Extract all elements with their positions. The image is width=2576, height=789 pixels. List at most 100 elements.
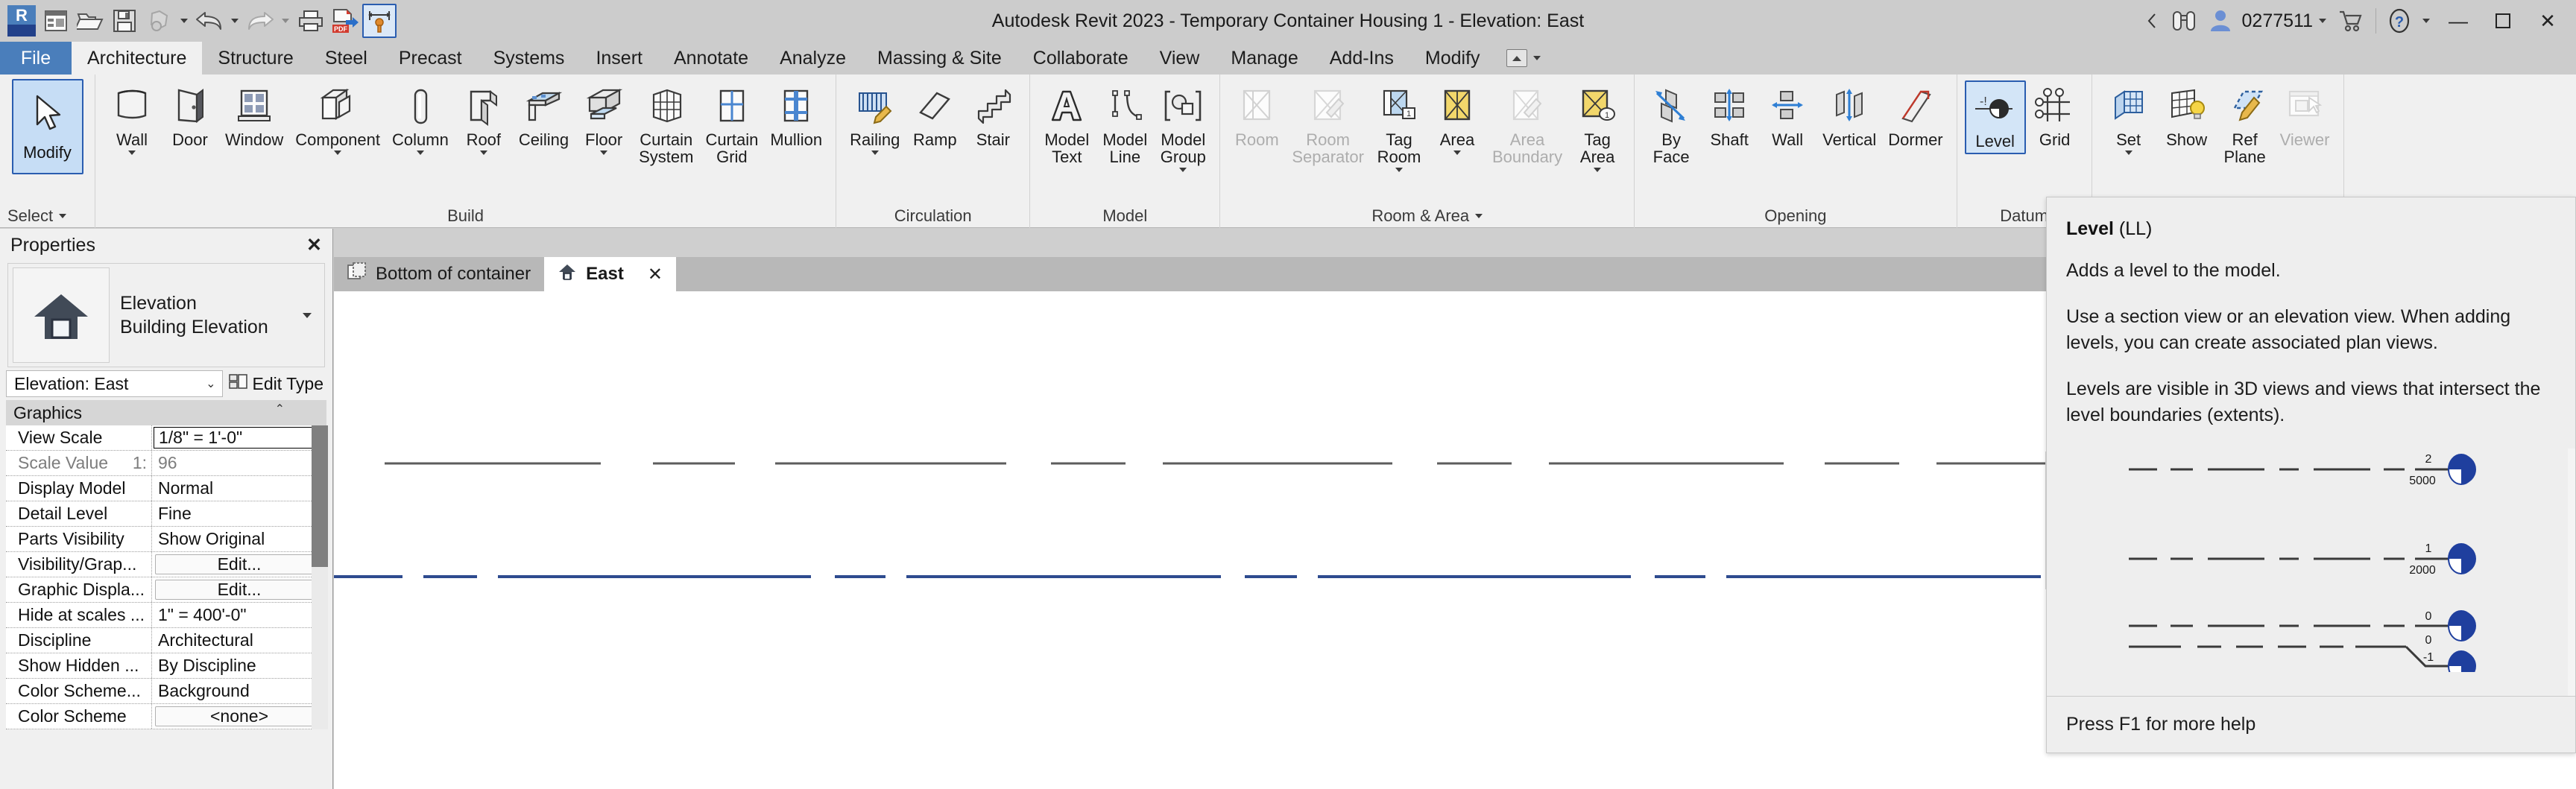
shaft-button[interactable]: Shaft <box>1700 80 1758 151</box>
railing-button[interactable]: Railing <box>844 80 906 158</box>
model-text-button[interactable]: Model Text <box>1038 80 1096 168</box>
area-boundary-button[interactable]: Area Boundary <box>1486 80 1568 168</box>
properties-scrollbar[interactable] <box>312 425 328 729</box>
tab-file[interactable]: File <box>0 42 72 75</box>
chevron-down-icon[interactable] <box>871 150 879 155</box>
collapse-group-icon[interactable]: ⌃ <box>275 402 285 416</box>
property-value[interactable]: By Discipline <box>152 653 326 678</box>
new-project-icon[interactable] <box>39 4 73 38</box>
undo-icon[interactable] <box>192 4 227 38</box>
measure-pin-icon[interactable] <box>362 4 397 38</box>
table-row[interactable]: Show Hidden ... By Discipline <box>6 653 326 679</box>
edit-type-button[interactable]: Edit Type <box>229 373 326 395</box>
tab-annotate[interactable]: Annotate <box>658 42 764 75</box>
help-icon[interactable]: ? <box>2382 0 2416 42</box>
export-pdf-icon[interactable]: PDF <box>328 4 362 38</box>
visibility-graphics-edit-button[interactable]: Edit... <box>155 554 323 574</box>
view-tab-east[interactable]: East ✕ <box>544 257 676 291</box>
ramp-button[interactable]: Ramp <box>906 80 964 151</box>
component-button[interactable]: Component <box>289 80 386 158</box>
tab-insert[interactable]: Insert <box>580 42 658 75</box>
set-workplane-button[interactable]: Set <box>2100 80 2158 158</box>
property-value[interactable]: Architectural <box>152 628 326 653</box>
tab-steel[interactable]: Steel <box>309 42 383 75</box>
type-selector-combo[interactable]: Elevation: East ⌄ <box>6 370 223 397</box>
table-row[interactable]: Visibility/Grap... Edit... <box>6 552 326 577</box>
properties-close-button[interactable]: ✕ <box>306 234 322 256</box>
view-tab-bottom-of-container[interactable]: Bottom of container <box>334 257 544 291</box>
window-button[interactable]: Window <box>219 80 289 151</box>
help-dropdown-icon[interactable] <box>2416 0 2436 42</box>
chevron-down-icon[interactable] <box>480 150 487 155</box>
tab-addins[interactable]: Add-Ins <box>1314 42 1409 75</box>
ribbon-panel-room-area-title[interactable]: Room & Area <box>1220 204 1634 228</box>
stair-button[interactable]: Stair <box>964 80 1022 151</box>
type-selector-preview[interactable]: Elevation Building Elevation <box>7 263 325 367</box>
property-value[interactable]: 1/8" = 1'-0" <box>152 425 326 450</box>
shopping-cart-icon[interactable] <box>2332 0 2370 42</box>
tag-area-button[interactable]: 1 Tag Area <box>1568 80 1626 175</box>
save-as-cloud-icon[interactable] <box>142 4 176 38</box>
chevron-down-icon[interactable] <box>1475 214 1483 218</box>
roof-button[interactable]: Roof <box>455 80 513 158</box>
redo-icon[interactable] <box>243 4 277 38</box>
ceiling-button[interactable]: Ceiling <box>513 80 575 151</box>
tab-precast[interactable]: Precast <box>383 42 478 75</box>
grid-button[interactable]: Grid <box>2026 80 2084 151</box>
minimize-button[interactable]: — <box>2436 0 2481 42</box>
model-line-button[interactable]: Model Line <box>1096 80 1154 168</box>
undo-dropdown-icon[interactable] <box>227 4 243 38</box>
modify-button[interactable]: Modify <box>12 79 83 174</box>
column-button[interactable]: Column <box>386 80 455 158</box>
property-value[interactable]: <none> <box>152 704 326 729</box>
search-binoculars-icon[interactable] <box>2165 0 2203 42</box>
tab-massing-site[interactable]: Massing & Site <box>862 42 1017 75</box>
table-row[interactable]: Hide at scales ... 1" = 400'-0" <box>6 603 326 628</box>
room-separator-button[interactable]: Room Separator <box>1286 80 1370 168</box>
mullion-button[interactable]: Mullion <box>764 80 828 151</box>
chevron-down-icon[interactable]: ⌄ <box>206 376 215 391</box>
tag-room-button[interactable]: 1 Tag Room <box>1370 80 1428 175</box>
close-icon[interactable]: ✕ <box>648 264 663 285</box>
tab-structure[interactable]: Structure <box>202 42 309 75</box>
table-row[interactable]: Color Scheme... Background <box>6 679 326 704</box>
door-button[interactable]: Door <box>161 80 219 151</box>
curtain-grid-button[interactable]: Curtain Grid <box>699 80 764 168</box>
model-group-button[interactable]: Model Group <box>1154 80 1212 175</box>
wall-opening-button[interactable]: Wall <box>1758 80 1816 151</box>
ribbon-minimize-icon[interactable] <box>1506 49 1527 67</box>
properties-scrollbar-thumb[interactable] <box>312 425 328 567</box>
table-row[interactable]: View Scale 1/8" = 1'-0" <box>6 425 326 451</box>
chevron-down-icon[interactable] <box>1179 168 1187 172</box>
chevron-down-icon[interactable] <box>59 214 66 218</box>
chevron-down-icon[interactable] <box>1594 168 1601 172</box>
maximize-button[interactable] <box>2481 0 2525 42</box>
property-value[interactable]: Edit... <box>152 577 326 602</box>
curtain-system-button[interactable]: Curtain System <box>633 80 699 168</box>
chevron-down-icon[interactable] <box>417 150 424 155</box>
chevron-down-icon[interactable] <box>1395 168 1403 172</box>
save-as-dropdown-icon[interactable] <box>176 4 192 38</box>
tab-collaborate[interactable]: Collaborate <box>1017 42 1144 75</box>
tab-architecture[interactable]: Architecture <box>72 42 202 75</box>
redo-dropdown-icon[interactable] <box>277 4 294 38</box>
table-row[interactable]: Graphic Displa... Edit... <box>6 577 326 603</box>
floor-button[interactable]: Floor <box>575 80 633 158</box>
table-row[interactable]: Color Scheme <none> <box>6 704 326 729</box>
chevron-down-icon[interactable] <box>334 150 341 155</box>
tab-manage[interactable]: Manage <box>1215 42 1313 75</box>
level-button[interactable]: -! Level <box>1965 80 2026 154</box>
type-selector-dropdown-icon[interactable] <box>294 313 320 318</box>
chevron-down-icon[interactable] <box>600 150 607 155</box>
user-account-icon[interactable] <box>2203 0 2238 42</box>
property-value[interactable]: 1" = 400'-0" <box>152 603 326 627</box>
property-value[interactable]: Normal <box>152 476 326 501</box>
close-button[interactable]: ✕ <box>2525 0 2570 42</box>
vertical-opening-button[interactable]: Vertical <box>1816 80 1882 151</box>
ribbon-options-dropdown-icon[interactable] <box>1533 56 1541 60</box>
chevron-down-icon[interactable] <box>1453 150 1461 155</box>
chevron-down-icon[interactable] <box>128 150 136 155</box>
tooltip-scrollbar[interactable] <box>2568 449 2575 697</box>
ribbon-panel-select-title[interactable]: Select <box>0 204 95 228</box>
opening-by-face-button[interactable]: By Face <box>1642 80 1700 168</box>
